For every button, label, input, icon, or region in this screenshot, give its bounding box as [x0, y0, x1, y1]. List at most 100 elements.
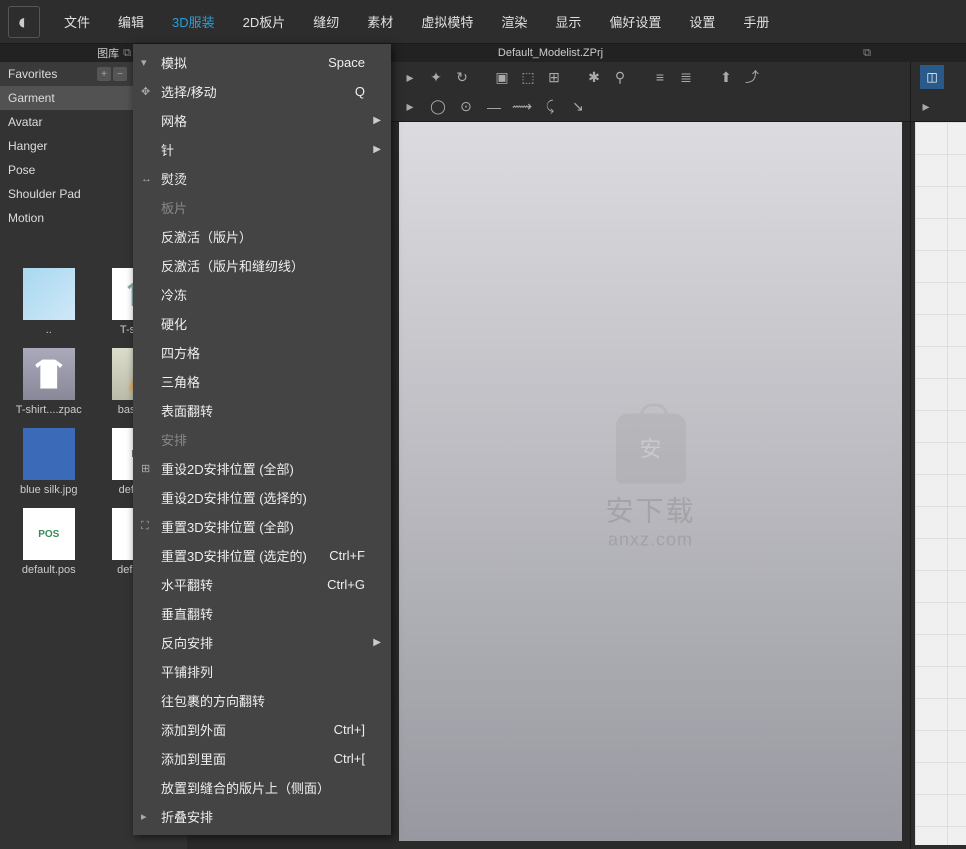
menu-item-17[interactable]: 重置3D安排位置 (选定的)Ctrl+F [133, 541, 391, 570]
menu-item-label: 往包裹的方向翻转 [161, 691, 265, 710]
menu-3d-garment[interactable]: 3D服装 [158, 6, 229, 37]
library-item-default-pos[interactable]: POS default.pos [8, 508, 90, 576]
menu-item-shortcut: Space [328, 55, 365, 70]
menu-item-3[interactable]: 针▶ [133, 135, 391, 164]
app-logo: ◐ [8, 6, 40, 38]
pose-tool-icon[interactable]: ⚲ [611, 68, 629, 86]
menu-sewing[interactable]: 缝纫 [299, 6, 353, 37]
menu-item-18[interactable]: 水平翻转Ctrl+G [133, 570, 391, 599]
circle-tool-icon[interactable]: ◯ [429, 98, 447, 116]
library-panel-label: 图库 [97, 45, 119, 61]
menu-item-10[interactable]: 四方格 [133, 338, 391, 367]
remove-favorite-button[interactable]: − [113, 67, 127, 81]
sidebar-item-pose[interactable]: Pose [0, 158, 135, 182]
menu-item-16[interactable]: ⛶重置3D安排位置 (全部) [133, 512, 391, 541]
menu-item-20[interactable]: 反向安排 ▶ [133, 628, 391, 657]
menu-settings[interactable]: 设置 [675, 6, 729, 37]
menu-item-21[interactable]: 平铺排列 [133, 657, 391, 686]
sidebar-item-shoulderpad[interactable]: Shoulder Pad [0, 182, 135, 206]
menu-item-label: 反向安排 [161, 633, 213, 652]
menu-item-label: 冷冻 [161, 285, 187, 304]
button-tool-icon[interactable]: ⊙ [457, 98, 475, 116]
rotate-tool-icon[interactable]: ↻ [453, 68, 471, 86]
menu-item-25[interactable]: 放置到缝合的版片上（侧面） [133, 773, 391, 802]
watermark-text-2: anxz.com [605, 529, 695, 550]
menu-item-12[interactable]: 表面翻转 [133, 396, 391, 425]
menu-item-14[interactable]: ⊞重设2D安排位置 (全部) [133, 454, 391, 483]
menu-item-label: 添加到外面 [161, 720, 226, 739]
menu-item-26[interactable]: ▸折叠安排 [133, 802, 391, 831]
menu-item-label: 重置3D安排位置 (全部) [161, 517, 294, 536]
menu-item-11[interactable]: 三角格 [133, 367, 391, 396]
flag-tool-icon[interactable]: ⤴ [743, 68, 761, 86]
sidebar-item-motion[interactable]: Motion [0, 206, 135, 230]
canvas-2d[interactable] [915, 122, 966, 845]
submenu-arrow-icon: ▶ [373, 115, 381, 126]
line-tool-icon[interactable]: — [485, 98, 503, 116]
pin-tool-icon[interactable]: ⬆ [717, 68, 735, 86]
menu-material[interactable]: 素材 [353, 6, 407, 37]
sidebar-item-avatar[interactable]: Avatar [0, 110, 135, 134]
menu-item-shortcut: Ctrl+F [329, 548, 365, 563]
menu-item-9[interactable]: 硬化 [133, 309, 391, 338]
menu-item-label: 重设2D安排位置 (全部) [161, 459, 294, 478]
zipper-tool-icon[interactable]: ⟿ [513, 98, 531, 116]
menu-item-label: 针 [161, 140, 174, 159]
library-item-folder-up[interactable]: .. [8, 268, 90, 336]
pattern-tool-icon[interactable]: ◫ [920, 65, 944, 89]
menu-manual[interactable]: 手册 [729, 6, 783, 37]
menu-avatar[interactable]: 虚拟模特 [407, 6, 487, 37]
submenu-arrow-icon: ▶ [373, 637, 381, 648]
popout-icon[interactable]: ⧉ [123, 47, 131, 60]
select-tool-icon[interactable]: ▸ [401, 68, 419, 86]
cursor-icon[interactable]: ▸ [917, 98, 935, 116]
menu-item-label: 平铺排列 [161, 662, 213, 681]
menu-item-2[interactable]: 网格▶ [133, 106, 391, 135]
gift-tool-icon[interactable]: ⬚ [519, 68, 537, 86]
menu-item-6[interactable]: 反激活（版片） [133, 222, 391, 251]
menu-render[interactable]: 渲染 [487, 6, 541, 37]
menu-item-0[interactable]: ▾模拟Space [133, 48, 391, 77]
cursor-icon[interactable]: ▸ [401, 98, 419, 116]
fold-tool-icon[interactable]: ⤹ [541, 98, 559, 116]
menu-item-icon: ✥ [141, 85, 150, 98]
layer-tool-icon[interactable]: ≡ [651, 68, 669, 86]
menu-item-8[interactable]: 冷冻 [133, 280, 391, 309]
watermark: 安下载 anxz.com [605, 413, 695, 550]
sidebar-item-garment[interactable]: Garment [0, 86, 135, 110]
menu-item-icon: ▾ [141, 56, 147, 69]
library-item-label: .. [46, 324, 52, 336]
sidebar-item-hanger[interactable]: Hanger [0, 134, 135, 158]
menu-item-24[interactable]: 添加到里面Ctrl+[ [133, 744, 391, 773]
menu-item-15[interactable]: 重设2D安排位置 (选择的) [133, 483, 391, 512]
stack-tool-icon[interactable]: ≣ [677, 68, 695, 86]
menu-file[interactable]: 文件 [50, 6, 104, 37]
tack-tool-icon[interactable]: ↘ [569, 98, 587, 116]
menu-item-19[interactable]: 垂直翻转 [133, 599, 391, 628]
texture-thumbnail [23, 428, 75, 480]
menu-edit[interactable]: 编辑 [104, 6, 158, 37]
menu-item-22[interactable]: 往包裹的方向翻转 [133, 686, 391, 715]
menu-preferences[interactable]: 偏好设置 [595, 6, 675, 37]
grid-tool-icon[interactable]: ⊞ [545, 68, 563, 86]
garment-thumbnail [23, 348, 75, 400]
move-tool-icon[interactable]: ✦ [427, 68, 445, 86]
library-item-tshirt-zpac[interactable]: T-shirt....zpac [8, 348, 90, 416]
popout-icon[interactable]: ⧉ [863, 47, 871, 60]
menu-display[interactable]: 显示 [541, 6, 595, 37]
canvas-3d[interactable]: 安下载 anxz.com [399, 122, 902, 841]
menu-item-4[interactable]: ↔熨烫 [133, 164, 391, 193]
menu-2d-pattern[interactable]: 2D板片 [229, 6, 300, 37]
menu-item-7[interactable]: 反激活（版片和缝纫线） [133, 251, 391, 280]
avatar-tool-icon[interactable]: ✱ [585, 68, 603, 86]
menu-item-shortcut: Ctrl+[ [334, 751, 365, 766]
menu-item-23[interactable]: 添加到外面Ctrl+] [133, 715, 391, 744]
menu-item-label: 水平翻转 [161, 575, 213, 594]
add-favorite-button[interactable]: + [97, 67, 111, 81]
menu-item-label: 硬化 [161, 314, 187, 333]
menu-item-1[interactable]: ✥选择/移动Q [133, 77, 391, 106]
library-item-bluesilk[interactable]: blue silk.jpg [8, 428, 90, 496]
library-item-label: T-shirt....zpac [16, 404, 82, 416]
panel-2d-toolbar-2: ▸ [911, 92, 966, 122]
box-tool-icon[interactable]: ▣ [493, 68, 511, 86]
